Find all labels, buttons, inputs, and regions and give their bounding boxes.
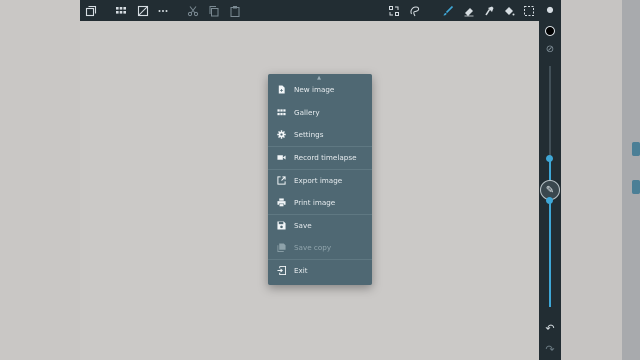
opacity-slider-knob[interactable] (546, 197, 553, 204)
menu-item-save[interactable]: Save (268, 214, 372, 236)
video-icon (268, 146, 294, 168)
menu-item-label: Gallery (294, 107, 320, 117)
brush-icon[interactable] (440, 3, 456, 18)
menu-item-save-copy[interactable]: Save copy (268, 236, 372, 258)
save-copy-icon (268, 236, 294, 258)
background-window-mark (632, 142, 640, 156)
menu-item-label: Print image (294, 197, 336, 207)
menu-item-print-image[interactable]: Print image (268, 191, 372, 213)
menu-item-label: Export image (294, 175, 343, 185)
main-menu: ▲ New image Gallery Settings Record time… (268, 74, 372, 285)
grid-icon[interactable] (113, 3, 129, 18)
transform-icon[interactable] (386, 3, 402, 18)
background-window-mark (632, 180, 640, 194)
menu-item-label: Save copy (294, 242, 332, 252)
fill-icon[interactable] (501, 3, 517, 18)
layers-icon[interactable] (83, 3, 99, 18)
menu-item-new-image[interactable]: New image (268, 78, 372, 100)
copy-icon[interactable] (206, 3, 222, 18)
menu-item-record-timelapse[interactable]: Record timelapse (268, 146, 372, 168)
image-icon[interactable] (135, 3, 151, 18)
new-image-icon (268, 78, 294, 100)
menu-item-settings[interactable]: Settings (268, 123, 372, 145)
eraser-icon[interactable] (461, 3, 477, 18)
no-color-icon[interactable]: ⊘ (544, 44, 556, 56)
size-slider-track[interactable] (549, 66, 551, 156)
lasso-icon[interactable] (407, 3, 423, 18)
cut-icon[interactable] (185, 3, 201, 18)
redo-icon[interactable]: ↷ (543, 344, 557, 356)
paste-icon[interactable] (227, 3, 243, 18)
undo-icon[interactable]: ↶ (543, 323, 557, 335)
exit-icon (268, 259, 294, 281)
settings-icon (268, 123, 294, 145)
right-sidebar: ● ⊘ ✎ ↶ ↷ (539, 0, 561, 360)
size-indicator-icon: ● (546, 5, 554, 14)
selection-icon[interactable] (521, 3, 537, 18)
opacity-slider-fill[interactable] (549, 201, 551, 307)
letterbox-left (0, 0, 80, 360)
current-color-swatch[interactable] (545, 26, 555, 36)
menu-item-exit[interactable]: Exit (268, 259, 372, 281)
menu-item-label: Save (294, 220, 312, 230)
background-window-strip (622, 0, 640, 360)
menu-item-export-image[interactable]: Export image (268, 169, 372, 191)
top-toolbar (80, 0, 561, 21)
print-icon (268, 191, 294, 213)
smudge-icon[interactable] (481, 3, 497, 18)
menu-item-label: Settings (294, 129, 324, 139)
more-icon[interactable] (155, 3, 171, 18)
menu-item-label: Record timelapse (294, 152, 357, 162)
gallery-icon (268, 101, 294, 123)
export-icon (268, 169, 294, 191)
menu-item-label: Exit (294, 265, 308, 275)
save-icon (268, 214, 294, 236)
menu-item-gallery[interactable]: Gallery (268, 101, 372, 123)
size-slider-knob[interactable] (546, 155, 553, 162)
menu-item-label: New image (294, 84, 335, 94)
